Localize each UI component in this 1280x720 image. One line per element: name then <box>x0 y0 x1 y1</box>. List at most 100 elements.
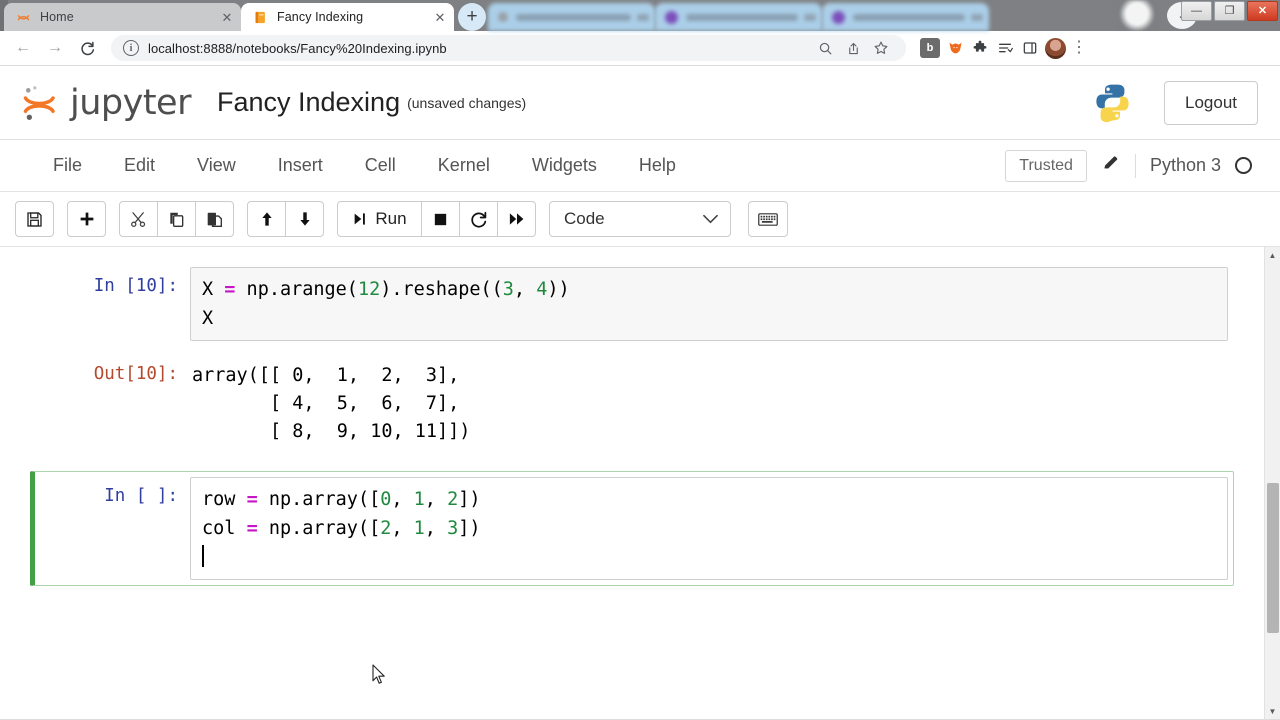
number-token: 2 <box>380 518 392 539</box>
browser-menu-icon[interactable]: ⋮ <box>1071 40 1087 56</box>
menu-edit[interactable]: Edit <box>103 149 176 182</box>
number-token: 0 <box>380 489 392 510</box>
avatar[interactable] <box>1045 37 1066 59</box>
interrupt-kernel-button[interactable] <box>421 201 460 237</box>
browser-tab-background-2[interactable] <box>655 3 822 31</box>
operator-token: = <box>246 489 258 510</box>
menu-view[interactable]: View <box>176 149 257 182</box>
scissors-icon <box>131 211 146 227</box>
browser-tab-background-1[interactable] <box>488 3 655 31</box>
puzzle-extension-icon[interactable] <box>970 38 990 58</box>
back-button[interactable]: ← <box>9 34 37 62</box>
logout-button[interactable]: Logout <box>1164 80 1258 125</box>
code-token: row <box>202 489 247 510</box>
notebook-canvas: In [10]: X = np.arange(12).reshape((3, 4… <box>0 247 1280 586</box>
menu-insert[interactable]: Insert <box>257 149 344 182</box>
profile-bubble <box>1114 0 1160 31</box>
reading-list-icon[interactable] <box>995 38 1015 58</box>
cell-output: array([[ 0, 1, 2, 3], [ 4, 5, 6, 7], [ 8… <box>190 355 1228 453</box>
address-bar[interactable]: i localhost:8888/notebooks/Fancy%20Index… <box>111 35 906 61</box>
cell-source[interactable]: X = np.arange(12).reshape((3, 4)) X <box>190 267 1228 341</box>
browser-navbar: ← → i localhost:8888/notebooks/Fancy%20I… <box>0 31 1280 66</box>
kernel-status-icon[interactable] <box>1235 157 1252 174</box>
bookmark-star-icon[interactable] <box>868 35 894 61</box>
browser-tabstrip: Home ✕ Fancy Indexing ✕ + — ❐ ✕ <box>0 0 1280 31</box>
number-token: 3 <box>447 518 459 539</box>
scroll-up-arrow-icon[interactable]: ▲ <box>1265 247 1280 263</box>
stop-icon <box>434 213 447 225</box>
code-token: [ 8, 9, 10, 11]]) <box>192 421 471 442</box>
notebook-scrollbar[interactable]: ▲ ▼ <box>1264 247 1280 719</box>
notebook-body: In [10]: X = np.arange(12).reshape((3, 4… <box>0 247 1280 719</box>
cell-source[interactable]: row = np.array([0, 1, 2]) col = np.array(… <box>190 477 1228 580</box>
tab-favicon-icon <box>665 10 678 24</box>
code-cell-2[interactable]: In [ ]: row = np.array([0, 1, 2]) col = n… <box>30 471 1234 586</box>
output-cell-1: Out[10]: array([[ 0, 1, 2, 3], [ 4, 5, 6… <box>30 349 1234 459</box>
cell-type-select[interactable]: Code <box>549 201 731 237</box>
number-token: 2 <box>447 489 459 510</box>
code-line <box>202 543 1227 572</box>
pocket-extension-icon[interactable]: b <box>920 38 940 58</box>
scroll-down-arrow-icon[interactable]: ▼ <box>1265 703 1280 719</box>
number-token: 12 <box>357 279 381 300</box>
insert-cell-below-button[interactable] <box>67 201 106 237</box>
fox-extension-icon[interactable] <box>945 38 965 58</box>
jupyter-menubar: File Edit View Insert Cell Kernel Widget… <box>0 140 1280 192</box>
trusted-badge[interactable]: Trusted <box>1005 149 1087 182</box>
menu-kernel[interactable]: Kernel <box>417 149 511 182</box>
jupyter-logo-icon <box>23 85 55 120</box>
code-token: ).reshape(( <box>380 279 503 300</box>
tab-title: Fancy Indexing <box>277 10 364 24</box>
window-controls: — ❐ ✕ <box>1179 1 1278 21</box>
maximize-button[interactable]: ❐ <box>1214 1 1245 21</box>
menu-widgets[interactable]: Widgets <box>511 149 618 182</box>
paste-button[interactable] <box>195 201 234 237</box>
copy-button[interactable] <box>157 201 196 237</box>
search-icon[interactable] <box>812 35 838 61</box>
jupyter-header: jupyter Fancy Indexing (unsaved changes)… <box>0 66 1280 140</box>
code-token: np.array([ <box>257 518 381 539</box>
menu-help[interactable]: Help <box>618 149 697 182</box>
close-icon[interactable]: ✕ <box>219 9 235 25</box>
code-line: col = np.array([2, 1, 3]) <box>202 514 1227 543</box>
cell-prompt-out: Out[10]: <box>93 364 178 384</box>
move-cell-down-button[interactable] <box>285 201 324 237</box>
minimize-icon: — <box>1191 4 1202 17</box>
save-button[interactable] <box>15 201 54 237</box>
close-icon[interactable] <box>971 13 983 21</box>
menu-file[interactable]: File <box>32 149 103 182</box>
notebook-title[interactable]: Fancy Indexing <box>217 87 400 118</box>
share-icon[interactable] <box>840 35 866 61</box>
forward-button[interactable]: → <box>41 34 69 62</box>
code-token: , <box>424 489 448 510</box>
scrollbar-thumb[interactable] <box>1267 483 1279 633</box>
browser-tab-home[interactable]: Home ✕ <box>4 3 241 31</box>
side-panel-icon[interactable] <box>1020 38 1040 58</box>
copy-icon <box>170 212 184 227</box>
cut-button[interactable] <box>119 201 158 237</box>
command-palette-button[interactable] <box>748 201 788 237</box>
close-icon[interactable]: ✕ <box>432 9 448 25</box>
jupyter-logo[interactable]: jupyter <box>20 81 191 125</box>
code-line: [ 4, 5, 6, 7], <box>192 390 1228 418</box>
close-window-button[interactable]: ✕ <box>1247 1 1278 21</box>
close-icon[interactable] <box>804 13 816 21</box>
browser-tab-fancy-indexing[interactable]: Fancy Indexing ✕ <box>241 3 454 31</box>
pencil-icon[interactable] <box>1101 153 1121 178</box>
new-tab-button[interactable]: + <box>458 3 486 31</box>
site-info-icon[interactable]: i <box>123 40 139 56</box>
run-button[interactable]: Run <box>337 201 422 237</box>
restart-kernel-button[interactable] <box>459 201 498 237</box>
restart-run-all-button[interactable] <box>497 201 536 237</box>
minimize-button[interactable]: — <box>1181 1 1212 21</box>
browser-window: Home ✕ Fancy Indexing ✕ + — ❐ ✕ ← → i lo… <box>0 0 1280 720</box>
reload-button[interactable] <box>73 34 101 62</box>
move-cell-up-button[interactable] <box>247 201 286 237</box>
code-cell-1[interactable]: In [10]: X = np.arange(12).reshape((3, 4… <box>30 261 1234 347</box>
maximize-icon: ❐ <box>1224 4 1235 17</box>
close-icon[interactable] <box>637 13 649 21</box>
browser-tab-background-3[interactable] <box>822 3 989 31</box>
code-token: array([[ 0, 1, 2, 3], <box>192 365 460 386</box>
menu-cell[interactable]: Cell <box>344 149 417 182</box>
keyboard-icon <box>758 212 778 226</box>
